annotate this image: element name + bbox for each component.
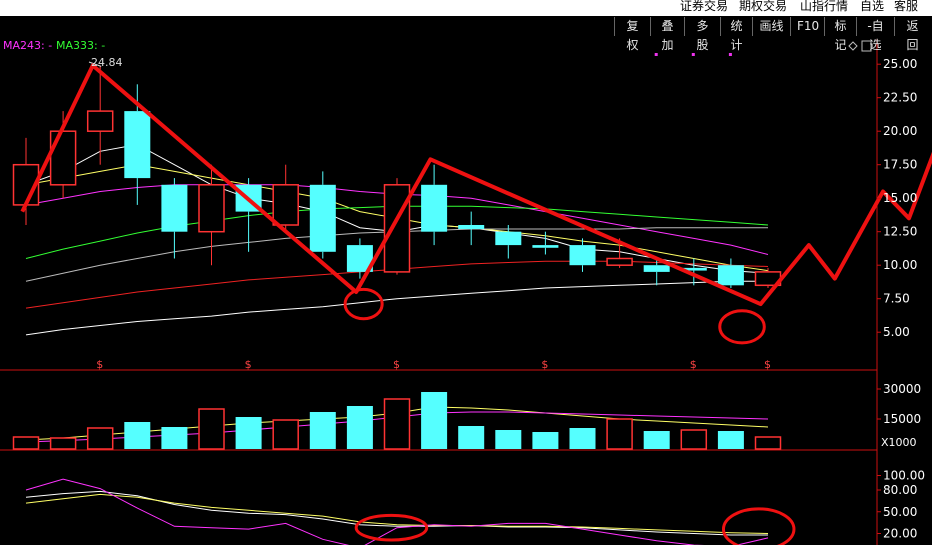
candle-down (458, 225, 485, 230)
event-marker: $ (541, 358, 548, 371)
annotation-circle (354, 513, 429, 542)
price-tick-label: 22.50 (883, 91, 917, 105)
menu-quotes[interactable]: 山指行情 (800, 0, 848, 14)
volume-bar-down (643, 431, 670, 449)
price-tick-label: 17.50 (883, 158, 917, 172)
candle-down (309, 184, 336, 252)
toolbar-overlay-button[interactable]: 叠加 (650, 17, 684, 52)
candle-up (272, 184, 299, 226)
chart-toolbar: 复权 叠加 多股 统计 画线 F10 标记 -自选 返回 (0, 16, 932, 52)
event-marker: $ (764, 358, 771, 371)
candle-up (86, 110, 114, 132)
volume-bar-down (495, 430, 522, 449)
volume-bar-up (49, 437, 77, 450)
volume-bar-down (309, 412, 336, 449)
ma333-label: MA333: - (56, 39, 105, 52)
candle-down (717, 265, 744, 286)
volume-tick-label: 15000 (883, 412, 921, 426)
menu-securities-trading[interactable]: 证券交易 (680, 0, 728, 14)
toolbar-restore-rights-button[interactable]: 复权 (614, 17, 650, 52)
marker-dot (691, 53, 695, 56)
price-tick-label: 5.00 (883, 325, 910, 339)
annotation-layer (20, 63, 932, 545)
candle-down (421, 184, 448, 232)
candle-down (643, 265, 670, 272)
volume-tick-label: 30000 (883, 382, 921, 396)
candle-up (49, 130, 77, 186)
volume-bar-up (12, 436, 40, 450)
candle-down (495, 231, 522, 246)
event-marker: $ (690, 358, 697, 371)
price-tick-label: 15.00 (883, 191, 917, 205)
volume-bar-up (754, 436, 782, 450)
event-marker: $ (245, 358, 252, 371)
top-menu-bar: 证券交易 期权交易 山指行情 自选 客服 (0, 0, 932, 16)
indicator-tick-label: 50.00 (883, 505, 917, 519)
price-tick-label: 25.00 (883, 57, 917, 71)
price-panel: $ $ $ $ $ $ (12, 40, 872, 371)
price-tick-label: 10.00 (883, 258, 917, 272)
toolbar-multi-stock-button[interactable]: 多股 (684, 17, 720, 52)
toolbar-watchlist-button[interactable]: -自选 (856, 17, 894, 52)
indicator-line (25, 478, 769, 545)
toolbar-mark-button[interactable]: 标记 (824, 17, 856, 52)
price-tick-label: 20.00 (883, 124, 917, 138)
volume-bar-down (346, 406, 373, 449)
candle-down (532, 245, 559, 248)
menu-options-trading[interactable]: 期权交易 (739, 0, 787, 14)
candle-down (569, 245, 596, 266)
volume-bar-up (86, 427, 114, 450)
event-marker: $ (393, 358, 400, 371)
indicator-line (25, 490, 768, 536)
volume-bar-up (272, 419, 299, 450)
high-price-label: 24.84 (91, 56, 123, 69)
volume-bar-down (569, 428, 596, 449)
volume-bar-down (458, 426, 485, 449)
indicator-panel (25, 478, 769, 545)
volume-unit-label: X1000 (881, 436, 917, 449)
volume-bar-down (421, 392, 448, 449)
diamond-icon (848, 41, 858, 51)
volume-panel (12, 392, 782, 450)
candle-down (124, 111, 151, 179)
marker-dot (654, 53, 658, 56)
candle-up (383, 184, 411, 273)
menu-watchlist[interactable]: 自选 (860, 0, 884, 14)
toolbar-draw-line-button[interactable]: 画线 (752, 17, 790, 36)
volume-bar-up (680, 429, 708, 450)
price-tick-label: 12.50 (883, 225, 917, 239)
annotation-zigzag-line (20, 63, 932, 307)
candle-up (198, 184, 225, 233)
price-ma-line (25, 280, 768, 336)
volume-bar-up (606, 418, 633, 450)
toolbar-statistics-button[interactable]: 统计 (720, 17, 752, 52)
volume-bar-down (124, 422, 151, 449)
toolbar-f10-button[interactable]: F10 (790, 17, 824, 36)
volume-bar-down (161, 427, 188, 449)
menu-service[interactable]: 客服 (894, 0, 918, 14)
candle-up (606, 257, 633, 266)
candle-down (161, 184, 188, 232)
indicator-tick-label: 80.00 (883, 483, 917, 497)
volume-bar-up (383, 398, 411, 450)
event-marker: $ (96, 358, 103, 371)
volume-bar-down (235, 417, 262, 449)
volume-bar-up (198, 408, 225, 450)
annotation-circle (718, 309, 766, 345)
indicator-tick-label: 20.00 (883, 527, 917, 541)
indicator-tick-label: 100.00 (883, 469, 925, 483)
ma243-label: MA243: - (3, 39, 52, 52)
toolbar-back-button[interactable]: 返回 (894, 17, 930, 52)
chart-canvas[interactable]: $ $ $ $ $ $ 25.00 22.50 20.00 17.50 15.00 12.50 10.… (0, 0, 932, 545)
volume-bar-down (717, 431, 744, 449)
price-tick-label: 7.50 (883, 292, 910, 306)
volume-bar-down (532, 432, 559, 449)
price-axis: 25.00 22.50 20.00 17.50 15.00 12.50 10.00 7.50 5… (877, 57, 925, 541)
